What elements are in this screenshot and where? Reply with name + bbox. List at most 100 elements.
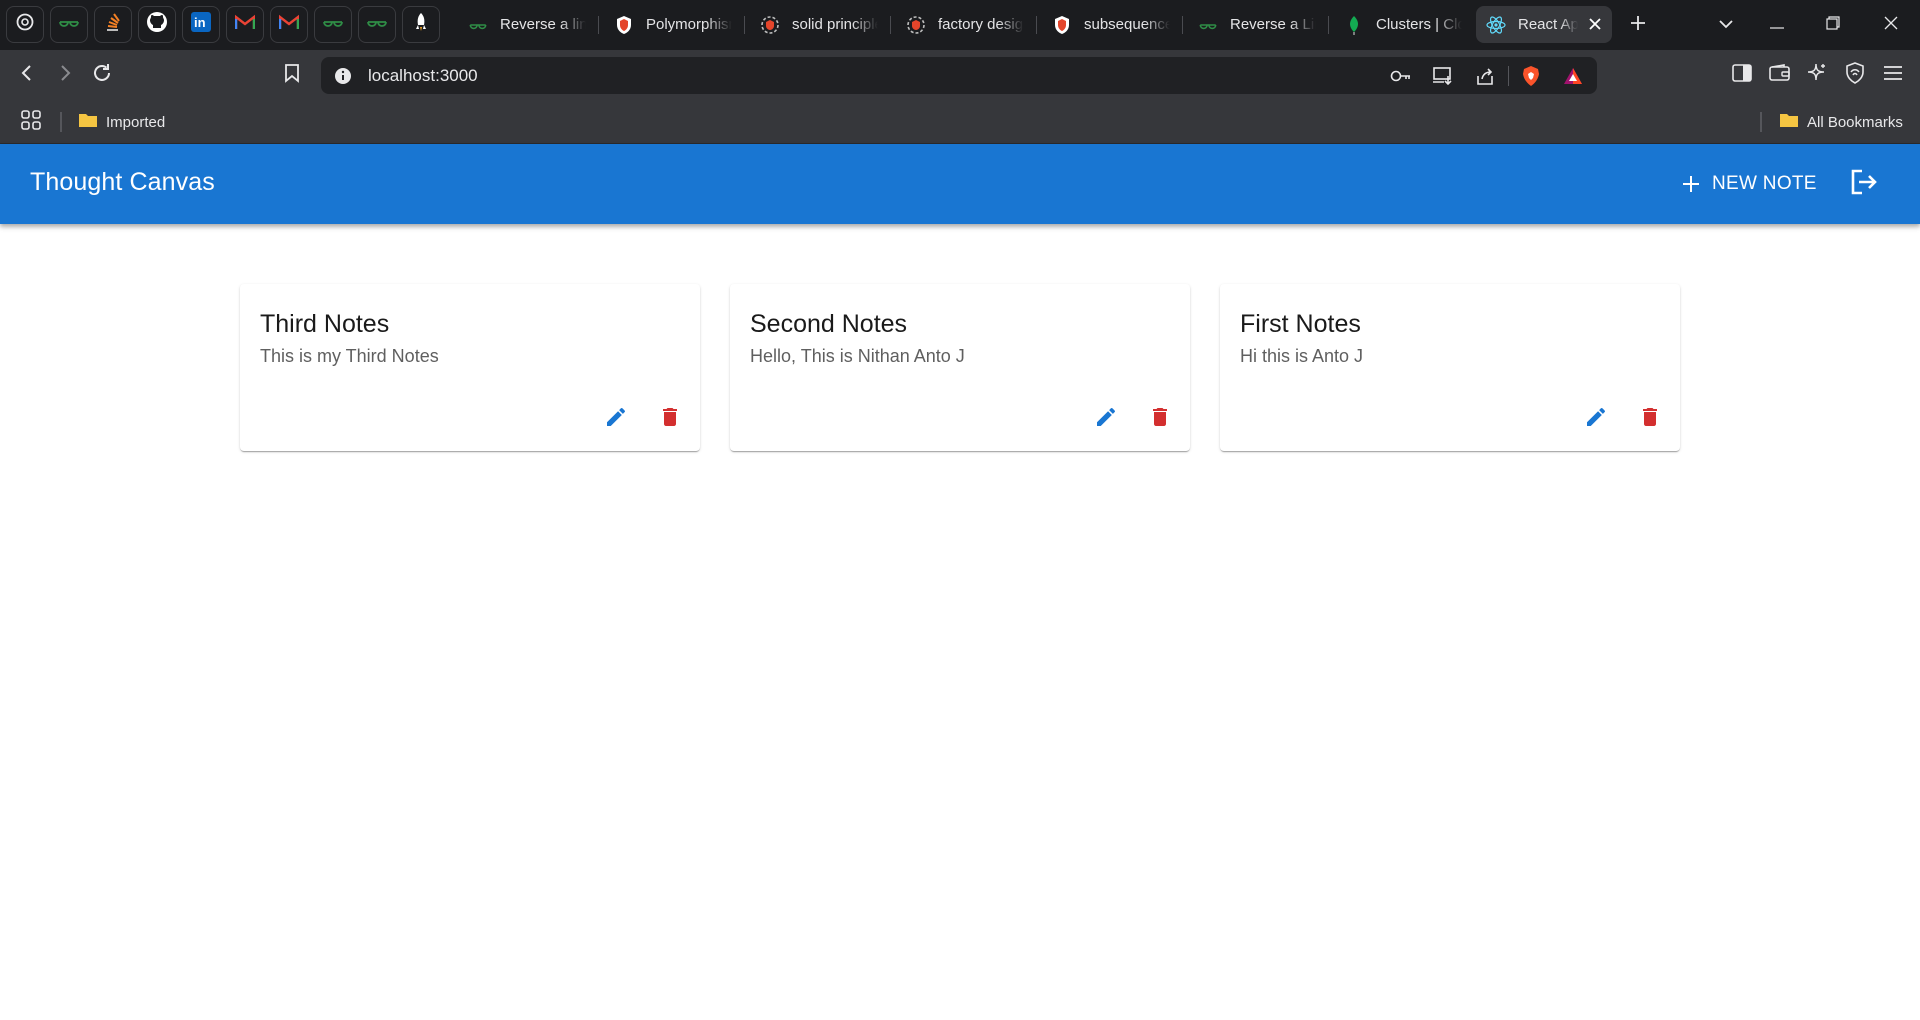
new-note-label: NEW NOTE: [1712, 173, 1817, 194]
close-window-button[interactable]: [1876, 10, 1906, 40]
tab-separator: [890, 16, 891, 34]
arrow-left-icon: [19, 64, 35, 87]
tab-separator: [1328, 16, 1329, 34]
edit-note-button[interactable]: [1086, 399, 1126, 439]
react-icon: [1486, 15, 1506, 35]
app-header: Thought Canvas NEW NOTE: [0, 144, 1920, 224]
geeksforgeeks-icon: [58, 15, 80, 34]
pinned-tab-linkedin[interactable]: in: [182, 6, 220, 43]
tab-subsequence[interactable]: subsequence: [1042, 6, 1182, 43]
tab-react-app[interactable]: React App: [1476, 6, 1612, 43]
tab-title: solid principles: [792, 16, 878, 33]
minimize-button[interactable]: [1762, 10, 1792, 40]
delete-note-button[interactable]: [1630, 399, 1670, 439]
tab-title: Clusters | Cloud: [1376, 16, 1462, 33]
arrow-right-icon: [57, 64, 73, 87]
restore-button[interactable]: [1818, 10, 1848, 40]
pinned-tab-geeksforgeeks-3[interactable]: [358, 6, 396, 43]
tab-title: Reverse a Link: [1230, 16, 1316, 33]
tab-search-button[interactable]: [1711, 10, 1741, 40]
close-icon: [1884, 16, 1898, 35]
pinned-tab-gmail-2[interactable]: [270, 6, 308, 43]
reload-button[interactable]: [87, 60, 117, 90]
back-button[interactable]: [12, 60, 42, 90]
logout-button[interactable]: [1846, 166, 1882, 202]
share-icon[interactable]: [1473, 64, 1497, 88]
note-title: Second Notes: [750, 310, 908, 338]
tab-reverse-linked-list-1[interactable]: Reverse a link: [458, 6, 598, 43]
trash-icon: [1638, 405, 1662, 434]
key-icon[interactable]: [1389, 64, 1413, 88]
delete-note-button[interactable]: [650, 399, 690, 439]
apps-button[interactable]: [20, 108, 42, 136]
tab-solid-principles[interactable]: solid principles: [750, 6, 890, 43]
github-icon: [146, 11, 168, 38]
bookmark-icon: [284, 63, 300, 88]
tab-separator: [1036, 16, 1037, 34]
wallet-button[interactable]: [1765, 60, 1795, 90]
pinned-tab-geeksforgeeks[interactable]: [50, 6, 88, 43]
brave-rewards-icon[interactable]: [1561, 64, 1585, 88]
close-icon[interactable]: [1586, 15, 1604, 33]
chatgpt-icon: [760, 15, 780, 35]
sidebar-button[interactable]: [1727, 60, 1757, 90]
new-tab-button[interactable]: [1623, 10, 1653, 40]
tab-reverse-linked-list-2[interactable]: Reverse a Link: [1188, 6, 1328, 43]
bookmark-separator: [60, 112, 62, 132]
bookmark-label: Imported: [106, 113, 166, 131]
tab-separator: [744, 16, 745, 34]
brave-shield-icon: [1052, 15, 1072, 35]
trash-icon: [1148, 405, 1172, 434]
bookmark-button[interactable]: [277, 60, 307, 90]
minimize-icon: [1770, 16, 1784, 34]
omnibox-divider: [1508, 66, 1509, 86]
note-body: Hello, This is Nithan Anto J: [750, 346, 965, 366]
pinned-tab-rocket[interactable]: [402, 6, 440, 43]
vpn-shield-icon: [1845, 61, 1865, 89]
sparkle-icon: [1806, 62, 1828, 89]
edit-note-button[interactable]: [596, 399, 636, 439]
address-url[interactable]: localhost:3000: [368, 66, 478, 86]
edit-note-button[interactable]: [1576, 399, 1616, 439]
geeksforgeeks-icon: [366, 15, 388, 34]
vpn-button[interactable]: [1840, 60, 1870, 90]
tab-separator: [1182, 16, 1183, 34]
pencil-icon: [604, 405, 628, 434]
forward-button[interactable]: [50, 60, 80, 90]
hamburger-menu-icon: [1883, 65, 1903, 86]
rocket-icon: [413, 12, 429, 37]
bookmark-folder-imported[interactable]: Imported: [78, 108, 165, 136]
gmail-icon: [234, 14, 256, 35]
note-body: Hi this is Anto J: [1240, 346, 1364, 366]
leo-ai-button[interactable]: [1802, 60, 1832, 90]
geeksforgeeks-icon: [1198, 15, 1218, 35]
pinned-tab-geeksforgeeks-2[interactable]: [314, 6, 352, 43]
tab-title: Reverse a link: [500, 16, 586, 33]
brave-shield-icon: [614, 15, 634, 35]
install-app-icon[interactable]: [1431, 64, 1455, 88]
tab-factory-design[interactable]: factory design: [896, 6, 1036, 43]
apps-grid-icon: [20, 109, 42, 135]
geeksforgeeks-icon: [468, 15, 488, 35]
wallet-icon: [1769, 63, 1791, 87]
tab-title: React App: [1518, 16, 1578, 33]
pinned-tab-github[interactable]: [138, 6, 176, 43]
plus-icon: [1630, 15, 1646, 36]
pinned-tab-openai[interactable]: [6, 6, 44, 43]
pinned-tab-stackoverflow[interactable]: [94, 6, 132, 43]
geeksforgeeks-icon: [322, 15, 344, 34]
brave-shields-icon[interactable]: [1519, 64, 1543, 88]
tab-polymorphism[interactable]: Polymorphism: [604, 6, 744, 43]
bookmark-label: All Bookmarks: [1807, 113, 1903, 131]
delete-note-button[interactable]: [1140, 399, 1180, 439]
address-bar[interactable]: localhost:3000: [321, 57, 1597, 94]
all-bookmarks-button[interactable]: All Bookmarks: [1779, 108, 1903, 136]
tab-clusters-cloud[interactable]: Clusters | Cloud: [1334, 6, 1474, 43]
app-title: Thought Canvas: [30, 168, 215, 196]
info-icon[interactable]: [331, 64, 355, 88]
menu-button[interactable]: [1878, 60, 1908, 90]
reload-icon: [91, 62, 113, 89]
note-card: Second Notes Hello, This is Nithan Anto …: [730, 284, 1190, 451]
new-note-button[interactable]: NEW NOTE: [1670, 164, 1829, 204]
pinned-tab-gmail-1[interactable]: [226, 6, 264, 43]
